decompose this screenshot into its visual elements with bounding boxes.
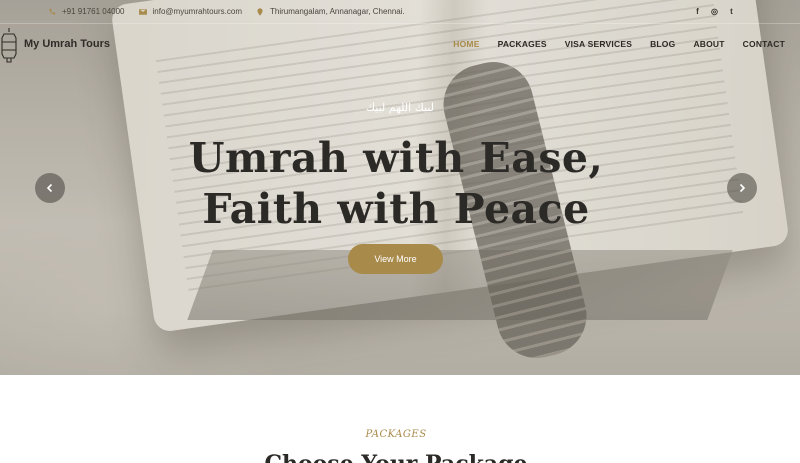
view-more-button[interactable]: View More <box>348 244 443 274</box>
hero-headline-line-2: Faith with Peace <box>202 185 590 233</box>
chevron-left-icon <box>46 183 53 193</box>
phone-contact[interactable]: +91 91761 04000 <box>48 7 125 16</box>
nav-blog[interactable]: BLOG <box>650 39 675 49</box>
main-navigation: My Umrah Tours HOME PACKAGES VISA SERVIC… <box>0 24 800 64</box>
location-pin-icon <box>257 7 263 16</box>
nav-packages[interactable]: PACKAGES <box>498 39 547 49</box>
brand-name: My Umrah Tours <box>24 38 110 50</box>
instagram-icon[interactable]: ◎ <box>710 7 719 16</box>
lantern-logo-icon <box>1 28 17 63</box>
nav-home[interactable]: HOME <box>453 39 479 49</box>
slider-prev-button[interactable] <box>35 173 65 203</box>
address-text: Thirumangalam, Annanagar, Chennai. <box>270 7 405 16</box>
hero-headline-line-1: Umrah with Ease, <box>188 134 604 182</box>
nav-visa-services[interactable]: VISA SERVICES <box>565 39 632 49</box>
facebook-icon[interactable]: f <box>693 7 702 16</box>
chevron-right-icon <box>739 183 746 193</box>
hero-arabic-text: لبيك اللهم لبيك <box>366 101 434 114</box>
hero-headline: Umrah with Ease, Faith with Peace <box>0 133 792 235</box>
email-contact[interactable]: info@myumrahtours.com <box>138 7 242 16</box>
nav-menu: HOME PACKAGES VISA SERVICES BLOG ABOUT C… <box>453 39 785 49</box>
phone-number: +91 91761 04000 <box>62 7 125 16</box>
packages-section-label: PACKAGES <box>365 429 427 440</box>
email-address: info@myumrahtours.com <box>152 7 242 16</box>
top-contact-bar: +91 91761 04000 info@myumrahtours.com Th… <box>0 0 800 24</box>
nav-contact[interactable]: CONTACT <box>743 39 785 49</box>
packages-section-title: Choose Your Package <box>0 451 792 463</box>
address-contact: Thirumangalam, Annanagar, Chennai. <box>256 7 405 16</box>
email-icon <box>138 8 147 15</box>
phone-icon <box>49 8 56 14</box>
site-logo[interactable]: My Umrah Tours <box>0 24 110 64</box>
twitter-icon[interactable]: t <box>727 7 736 16</box>
nav-about[interactable]: ABOUT <box>693 39 724 49</box>
slider-next-button[interactable] <box>727 173 757 203</box>
